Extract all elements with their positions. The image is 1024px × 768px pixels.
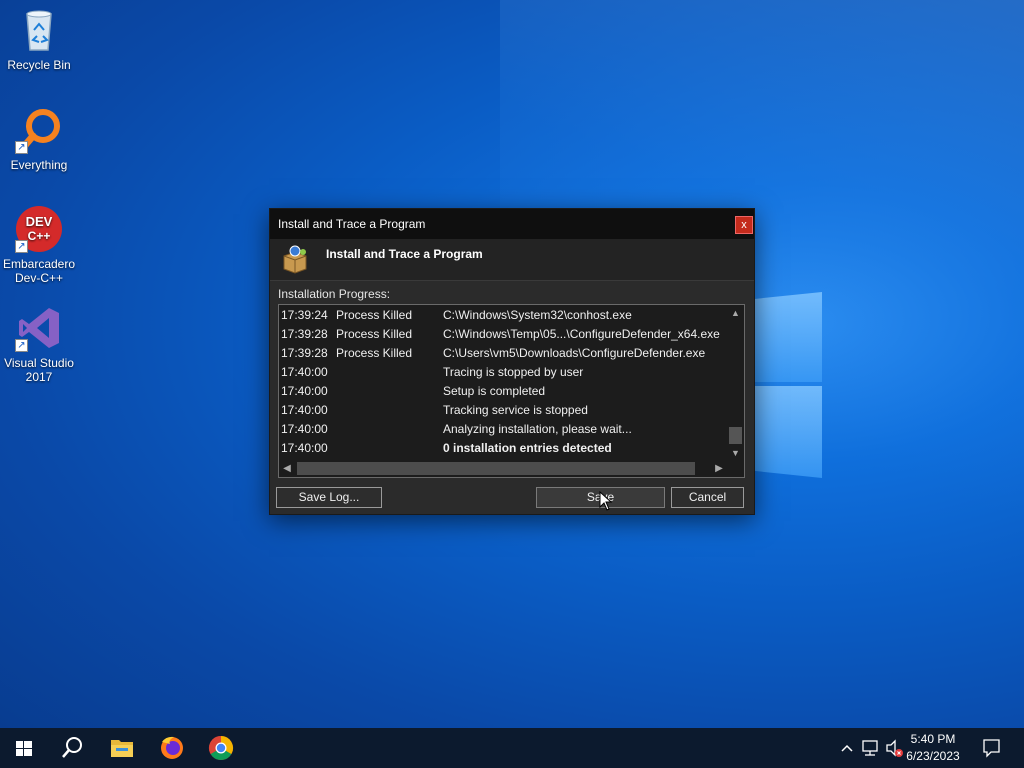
desktop-icon-label: Embarcadero Dev-C++ xyxy=(2,257,76,285)
shortcut-arrow-icon: ↗ xyxy=(15,141,28,154)
taskbar: 5:40 PM 6/23/2023 xyxy=(0,728,1024,768)
log-detail: C:\Windows\System32\conhost.exe xyxy=(443,308,632,322)
visual-studio-icon: ↗ xyxy=(15,304,63,352)
log-action: Process Killed xyxy=(336,346,413,360)
log-action: Process Killed xyxy=(336,308,413,322)
log-time: 17:40:00 xyxy=(281,403,328,417)
install-trace-dialog: Install and Trace a Program x Install an… xyxy=(269,208,755,515)
desktop-icon-recycle-bin[interactable]: Recycle Bin xyxy=(0,6,78,72)
vertical-scrollbar[interactable]: ▲ ▼ xyxy=(727,305,744,461)
log-detail: 0 installation entries detected xyxy=(443,441,612,455)
log-action: Process Killed xyxy=(336,327,413,341)
search-icon xyxy=(62,737,82,758)
log-time: 17:39:24 xyxy=(281,308,328,322)
file-explorer-button[interactable] xyxy=(98,728,146,768)
mouse-cursor-icon xyxy=(599,491,613,511)
desktop-icon-label: Everything xyxy=(10,158,68,172)
chrome-button[interactable] xyxy=(197,728,245,768)
installation-progress-label: Installation Progress: xyxy=(278,287,391,301)
firefox-button[interactable] xyxy=(148,728,196,768)
log-detail: Analyzing installation, please wait... xyxy=(443,422,632,436)
log-time: 17:40:00 xyxy=(281,422,328,436)
log-detail: Tracing is stopped by user xyxy=(443,365,584,379)
file-explorer-icon xyxy=(111,740,133,757)
desktop-icon-label: Recycle Bin xyxy=(7,58,71,72)
log-row[interactable]: 17:40:00 0 installation entries detected xyxy=(279,439,727,458)
desktop-icon-label: Visual Studio 2017 xyxy=(4,356,74,384)
log-row[interactable]: 17:40:00 Tracking service is stopped xyxy=(279,401,727,420)
log-time: 17:39:28 xyxy=(281,327,328,341)
log-time: 17:39:28 xyxy=(281,346,328,360)
scrollbar-corner xyxy=(727,460,744,477)
save-log-button[interactable]: Save Log... xyxy=(276,487,382,508)
wallpaper-windows-logo xyxy=(752,288,822,478)
clock-time: 5:40 PM xyxy=(910,732,956,746)
log-row[interactable]: 17:39:28 Process Killed C:\Users\vm5\Dow… xyxy=(279,344,727,363)
vertical-scroll-thumb[interactable] xyxy=(729,427,742,444)
search-button[interactable] xyxy=(48,728,96,768)
cancel-button[interactable]: Cancel xyxy=(671,487,744,508)
desktop-icon-everything[interactable]: ↗ Everything xyxy=(0,106,78,172)
scroll-right-icon[interactable]: ▶ xyxy=(711,460,727,477)
everything-search-icon: ↗ xyxy=(15,106,63,154)
notification-icon xyxy=(983,739,1000,758)
installation-log-list[interactable]: 17:39:24 Process Killed C:\Windows\Syste… xyxy=(278,304,745,478)
network-icon xyxy=(862,740,878,756)
horizontal-scroll-thumb[interactable] xyxy=(297,462,695,475)
scroll-down-icon[interactable]: ▼ xyxy=(727,445,744,461)
log-row[interactable]: 17:39:24 Process Killed C:\Windows\Syste… xyxy=(279,306,727,325)
chrome-icon xyxy=(208,736,234,761)
log-time: 17:40:00 xyxy=(281,384,328,398)
scroll-up-icon[interactable]: ▲ xyxy=(727,305,744,321)
network-status-button[interactable] xyxy=(860,728,882,768)
firefox-icon xyxy=(161,736,183,759)
desktop-icon-visual-studio[interactable]: ↗ Visual Studio 2017 xyxy=(0,304,78,384)
log-row[interactable]: 17:40:00 Analyzing installation, please … xyxy=(279,420,727,439)
log-row[interactable]: 17:40:00 Setup is completed xyxy=(279,382,727,401)
clock-date: 6/23/2023 xyxy=(906,749,960,763)
svg-text:C++: C++ xyxy=(28,229,51,243)
shortcut-arrow-icon: ↗ xyxy=(15,240,28,253)
dialog-header-title: Install and Trace a Program xyxy=(326,247,483,261)
shortcut-arrow-icon: ↗ xyxy=(15,339,28,352)
show-hidden-icons-button[interactable] xyxy=(838,728,856,768)
devcpp-icon: DEV C++ ↗ xyxy=(15,205,63,253)
log-row[interactable]: 17:40:00 Tracing is stopped by user xyxy=(279,363,727,382)
recycle-bin-icon xyxy=(15,6,63,54)
dialog-header: Install and Trace a Program xyxy=(270,239,754,281)
package-icon xyxy=(280,244,310,274)
windows-start-icon xyxy=(16,741,32,756)
log-detail: C:\Windows\Temp\05...\ConfigureDefender_… xyxy=(443,327,720,341)
log-detail: C:\Users\vm5\Downloads\ConfigureDefender… xyxy=(443,346,706,360)
dialog-titlebar[interactable]: Install and Trace a Program x xyxy=(270,209,754,239)
action-center-button[interactable] xyxy=(976,728,1006,768)
dialog-window-title: Install and Trace a Program xyxy=(278,217,426,231)
taskbar-clock[interactable]: 5:40 PM 6/23/2023 xyxy=(898,731,968,765)
log-row[interactable]: 17:39:28 Process Killed C:\Windows\Temp\… xyxy=(279,325,727,344)
start-button[interactable] xyxy=(0,728,48,768)
log-detail: Setup is completed xyxy=(443,384,546,398)
svg-text:DEV: DEV xyxy=(26,214,53,229)
scroll-left-icon[interactable]: ◀ xyxy=(279,460,295,477)
chevron-up-icon xyxy=(841,744,853,752)
log-rows: 17:39:24 Process Killed C:\Windows\Syste… xyxy=(279,305,727,461)
horizontal-scrollbar[interactable]: ◀ ▶ xyxy=(279,460,727,477)
close-button[interactable]: x xyxy=(735,216,753,234)
log-detail: Tracking service is stopped xyxy=(443,403,588,417)
desktop-icon-devcpp[interactable]: DEV C++ ↗ Embarcadero Dev-C++ xyxy=(0,205,78,285)
log-time: 17:40:00 xyxy=(281,441,328,455)
log-time: 17:40:00 xyxy=(281,365,328,379)
